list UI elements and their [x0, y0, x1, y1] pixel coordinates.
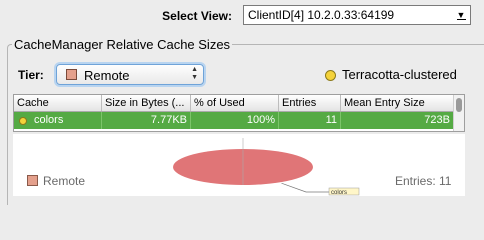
scrollbar-thumb[interactable]	[456, 98, 462, 112]
cache-table: Cache Size in Bytes (... % of Used Entri…	[13, 94, 465, 132]
column-header-cache[interactable]: Cache	[14, 95, 102, 111]
pie-leader-line	[281, 182, 329, 193]
cell-percent: 100%	[191, 112, 279, 129]
clustered-indicator-icon	[325, 70, 336, 81]
column-header-mean-entry-size[interactable]: Mean Entry Size	[341, 95, 454, 111]
cell-cache-text: colors	[34, 114, 64, 126]
pie-slice-label: colors	[331, 190, 347, 196]
column-header-size[interactable]: Size in Bytes (...	[102, 95, 191, 111]
column-header-percent[interactable]: % of Used	[191, 95, 279, 111]
table-header: Cache Size in Bytes (... % of Used Entri…	[14, 95, 464, 112]
column-header-entries[interactable]: Entries	[279, 95, 341, 111]
legend-swatch	[27, 175, 38, 186]
cell-size: 7.77KB	[102, 112, 191, 129]
up-down-arrows-icon: ▲ ▼	[191, 66, 198, 81]
panel-title: CacheManager Relative Cache Sizes	[12, 37, 233, 52]
tier-color-swatch	[66, 69, 77, 80]
tier-select[interactable]: Remote ▲ ▼	[56, 64, 204, 85]
tier-label: Tier:	[18, 68, 44, 82]
view-toolbar: Select View: ClientID[4] 10.2.0.33:64199…	[0, 0, 484, 32]
legend-tier-label: Remote	[43, 174, 86, 188]
select-view-label: Select View:	[162, 9, 232, 23]
cell-mean-entry-size: 723B	[341, 112, 454, 129]
chevron-down-icon: ▼	[454, 8, 468, 22]
entries-count-label: Entries: 11	[395, 174, 452, 188]
cell-cache: colors	[14, 112, 102, 129]
clustered-dot-icon	[19, 117, 27, 125]
clustered-label: Terracotta-clustered	[342, 67, 457, 82]
cell-entries: 11	[279, 112, 341, 129]
select-view-dropdown[interactable]: ClientID[4] 10.2.0.33:64199 ▼	[243, 5, 471, 25]
select-view-value: ClientID[4] 10.2.0.33:64199	[248, 8, 395, 22]
table-row[interactable]: colors 7.77KB 100% 11 723B	[14, 112, 464, 129]
table-scrollbar[interactable]	[453, 95, 464, 131]
tier-value: Remote	[84, 68, 130, 83]
